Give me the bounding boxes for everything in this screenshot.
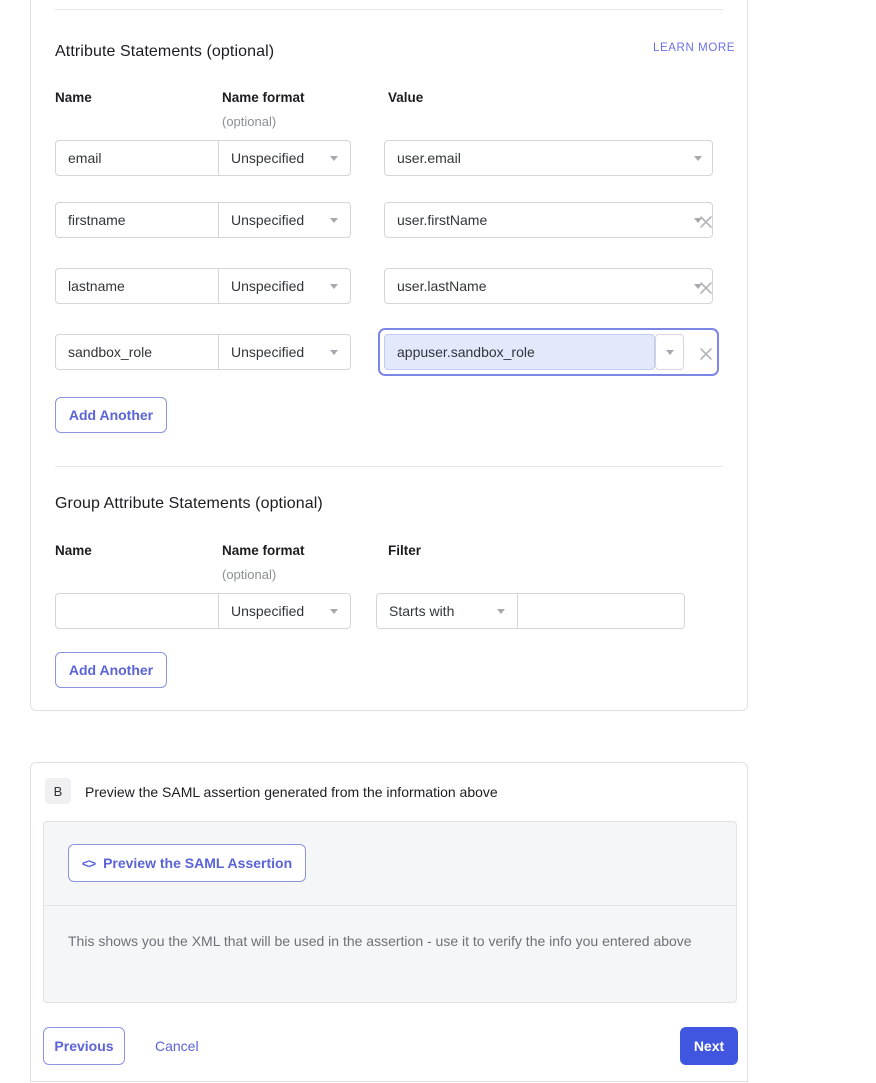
group-filter-value-input[interactable] — [517, 593, 685, 629]
group-filter-value: Starts with — [389, 603, 489, 619]
column-header-name: Name — [55, 90, 92, 105]
attribute-name-format-select-1[interactable]: Unspecified — [218, 202, 351, 238]
column-header-value: Value — [388, 90, 423, 105]
attribute-name-input-2[interactable]: lastname — [55, 268, 218, 304]
section-divider — [55, 466, 723, 467]
group-column-header-name: Name — [55, 543, 92, 558]
group-filter-select[interactable]: Starts with — [376, 593, 517, 629]
attribute-value-input-0[interactable]: user.email — [384, 140, 684, 176]
attribute-name-format-value-1: Unspecified — [231, 212, 322, 228]
saml-attribute-statements-page: Attribute Statements (optional) LEARN MO… — [0, 0, 876, 1083]
chevron-down-icon — [497, 609, 505, 614]
chevron-down-icon — [694, 156, 702, 161]
previous-button[interactable]: Previous — [43, 1027, 125, 1065]
card-top-divider — [55, 9, 723, 10]
preview-saml-heading: Preview the SAML assertion generated fro… — [85, 784, 498, 800]
step-badge-b: B — [45, 778, 71, 804]
attribute-name-format-value-0: Unspecified — [231, 150, 322, 166]
chevron-down-icon — [330, 609, 338, 614]
attribute-name-format-value-2: Unspecified — [231, 278, 322, 294]
preview-saml-card: B Preview the SAML assertion generated f… — [30, 762, 748, 1082]
close-icon — [696, 212, 716, 232]
group-name-format-value: Unspecified — [231, 603, 322, 619]
attribute-name-format-select-2[interactable]: Unspecified — [218, 268, 351, 304]
column-header-name-format-optional: (optional) — [222, 114, 276, 129]
attribute-value-input-3[interactable]: appuser.sandbox_role — [384, 334, 655, 370]
group-column-header-name-format: Name format — [222, 543, 305, 558]
next-button[interactable]: Next — [680, 1027, 738, 1065]
attribute-name-input-1[interactable]: firstname — [55, 202, 218, 238]
chevron-down-icon — [330, 156, 338, 161]
column-header-name-format: Name format — [222, 90, 305, 105]
remove-attribute-row-button-2[interactable] — [696, 278, 716, 298]
attribute-value-input-1[interactable]: user.firstName — [384, 202, 684, 238]
attribute-name-format-value-3: Unspecified — [231, 344, 322, 360]
cancel-button[interactable]: Cancel — [155, 1038, 199, 1054]
chevron-down-icon — [330, 350, 338, 355]
close-icon — [696, 278, 716, 298]
code-brackets-icon: <> — [82, 856, 95, 871]
chevron-down-icon — [666, 350, 674, 355]
learn-more-link[interactable]: LEARN MORE — [653, 42, 735, 54]
remove-attribute-row-button-1[interactable] — [696, 212, 716, 232]
preview-saml-assertion-button[interactable]: <> Preview the SAML Assertion — [68, 844, 306, 882]
add-another-group-button[interactable]: Add Another — [55, 652, 167, 688]
attribute-statements-title: Attribute Statements (optional) — [55, 43, 274, 61]
group-attribute-statements-title: Group Attribute Statements (optional) — [55, 495, 323, 513]
group-name-input[interactable] — [55, 593, 218, 629]
attribute-value-dropdown-button-3[interactable] — [655, 334, 684, 370]
add-another-attribute-button[interactable]: Add Another — [55, 397, 167, 433]
preview-saml-assertion-label: Preview the SAML Assertion — [103, 855, 292, 871]
panel-divider — [44, 905, 736, 906]
attribute-name-input-3[interactable]: sandbox_role — [55, 334, 218, 370]
group-column-header-filter: Filter — [388, 543, 421, 558]
group-name-format-select[interactable]: Unspecified — [218, 593, 351, 629]
preview-saml-note: This shows you the XML that will be used… — [68, 929, 708, 953]
remove-attribute-row-button-3[interactable] — [696, 344, 716, 364]
attribute-value-input-2[interactable]: user.lastName — [384, 268, 684, 304]
attribute-name-format-select-0[interactable]: Unspecified — [218, 140, 351, 176]
chevron-down-icon — [330, 284, 338, 289]
attribute-name-input-0[interactable]: email — [55, 140, 218, 176]
close-icon — [696, 344, 716, 364]
attribute-value-dropdown-button-0[interactable] — [684, 140, 713, 176]
chevron-down-icon — [330, 218, 338, 223]
group-column-header-name-format-optional: (optional) — [222, 567, 276, 582]
attribute-name-format-select-3[interactable]: Unspecified — [218, 334, 351, 370]
attribute-statements-card: Attribute Statements (optional) LEARN MO… — [30, 0, 748, 711]
